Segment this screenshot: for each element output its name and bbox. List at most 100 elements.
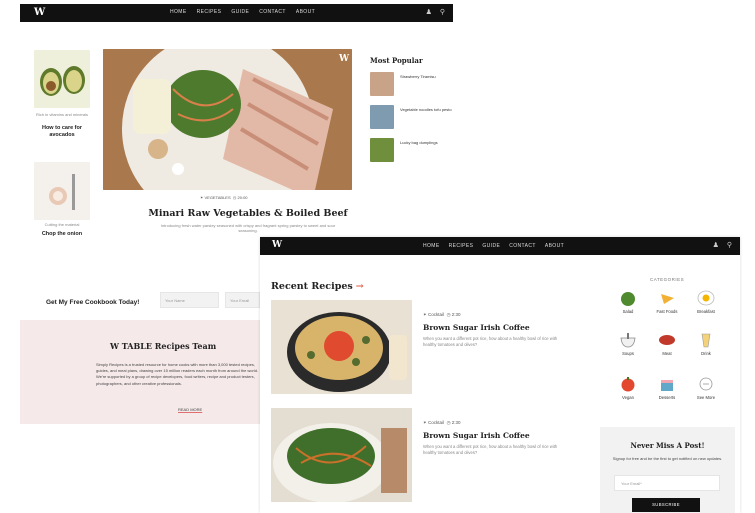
category-breakfast[interactable]: Breakfast: [686, 289, 726, 314]
more-icon: [696, 375, 716, 393]
user-icon[interactable]: ♟: [426, 8, 432, 16]
cookbook-name-input[interactable]: Your Name: [160, 292, 219, 308]
category-label: Meat: [662, 351, 672, 356]
subscribe-button[interactable]: SUBSCRIBE: [632, 498, 700, 512]
front-nav-links: HOME RECIPES GUIDE CONTACT ABOUT: [423, 243, 564, 249]
front-nav-icons: ♟ ⚲: [713, 241, 732, 249]
egg-icon: [696, 289, 716, 307]
search-icon[interactable]: ⚲: [727, 241, 732, 249]
clock-icon: ◷: [446, 312, 451, 317]
category-label: Soups: [622, 351, 634, 356]
card-subtitle: Rich in vitamins and minerals: [35, 112, 89, 117]
site-logo[interactable]: W: [272, 240, 282, 250]
category-fast-foods[interactable]: Fast Foods: [647, 289, 687, 314]
popular-thumb: [370, 105, 394, 129]
back-nav-icons: ♟ ⚲: [426, 8, 445, 16]
category-salad[interactable]: Salad: [608, 289, 648, 314]
arrow-right-icon[interactable]: →: [356, 281, 364, 292]
category-label: Breakfast: [697, 309, 715, 314]
drink-icon: [696, 331, 716, 349]
newsletter-description: Signup for free and be the first to get …: [612, 456, 723, 461]
recipe-category[interactable]: Cocktail: [428, 420, 444, 425]
recent-recipes-title: Recent Recipes: [271, 281, 353, 292]
recipe-description: When you want a different pot rice, how …: [423, 336, 558, 347]
popular-item-title[interactable]: Vegetable noodles tofu pesto: [400, 107, 452, 129]
most-popular-heading: Most Popular: [370, 56, 423, 65]
team-heading: W TABLE Recipes Team: [110, 341, 217, 351]
popular-item-title[interactable]: Lucky bag dumplings: [400, 140, 438, 162]
newsletter-email-input[interactable]: Your Email*: [614, 475, 720, 491]
nav-about[interactable]: ABOUT: [296, 9, 315, 15]
user-icon[interactable]: ♟: [713, 241, 719, 249]
nav-home[interactable]: HOME: [423, 243, 440, 249]
category-soups[interactable]: Soups: [608, 331, 648, 356]
onion-image[interactable]: [34, 162, 90, 220]
popular-item[interactable]: Strawberry Tiramisu: [370, 72, 436, 96]
featured-recipe-image[interactable]: W: [103, 49, 352, 190]
category-label: Drink: [701, 351, 711, 356]
category-label: Desserts: [658, 395, 676, 400]
category-meat[interactable]: Meat: [647, 331, 687, 356]
recent-recipes-heading: Recent Recipes →: [271, 281, 364, 292]
nav-guide[interactable]: GUIDE: [231, 9, 249, 15]
avocado-illustration: [40, 66, 85, 96]
category-label: Salad: [622, 309, 634, 314]
nav-about[interactable]: ABOUT: [545, 243, 564, 249]
recipe-title[interactable]: Brown Sugar Irish Coffee: [423, 323, 530, 332]
clock-icon: ◷: [446, 420, 451, 425]
nav-recipes[interactable]: RECIPES: [197, 9, 222, 15]
popular-item[interactable]: Vegetable noodles tofu pesto: [370, 105, 452, 129]
nav-recipes[interactable]: RECIPES: [449, 243, 474, 249]
featured-time: 20:00: [237, 195, 248, 200]
recipe-meta: ✶ Cocktail ◷ 2:30: [423, 312, 461, 318]
onion-illustration: [49, 174, 75, 210]
cake-icon: [657, 375, 677, 393]
fast-food-icon: [657, 289, 677, 307]
nav-contact[interactable]: CONTACT: [259, 9, 286, 15]
avocado-image[interactable]: [34, 50, 90, 108]
recipe-description: When you want a different pot rice, how …: [423, 444, 558, 455]
back-top-nav: W HOME RECIPES GUIDE CONTACT ABOUT ♟ ⚲: [20, 4, 453, 22]
cookbook-email-input[interactable]: Your Email: [225, 292, 260, 308]
recipe-image[interactable]: [271, 300, 412, 394]
clock-icon: ◷: [232, 195, 237, 200]
nav-contact[interactable]: CONTACT: [509, 243, 536, 249]
back-nav-links: HOME RECIPES GUIDE CONTACT ABOUT: [170, 9, 315, 15]
category-desserts[interactable]: Desserts: [647, 375, 687, 400]
site-logo[interactable]: W: [34, 7, 45, 18]
popular-item-title[interactable]: Strawberry Tiramisu: [400, 74, 436, 96]
front-page-window: W HOME RECIPES GUIDE CONTACT ABOUT ♟ ⚲ R…: [260, 237, 740, 513]
meat-icon: [657, 331, 677, 349]
card-title[interactable]: Chop the onion: [34, 231, 90, 238]
popular-thumb: [370, 138, 394, 162]
nav-home[interactable]: HOME: [170, 9, 187, 15]
card-title[interactable]: How to care for avocados: [34, 125, 90, 139]
category-label: See More: [696, 395, 716, 400]
salad-plate-illustration: [271, 408, 412, 502]
recipe-time: 2:30: [451, 420, 461, 425]
soup-icon: [618, 331, 638, 349]
read-more-link[interactable]: READ MORE: [178, 407, 202, 412]
category-drink[interactable]: Drink: [686, 331, 726, 356]
svg-text:W: W: [338, 54, 350, 64]
featured-category[interactable]: VEGETABLES: [204, 195, 230, 200]
newsletter-heading: Never Miss A Post!: [630, 441, 705, 450]
category-vegan[interactable]: Vegan: [608, 375, 648, 400]
salad-icon: [618, 289, 638, 307]
nav-guide[interactable]: GUIDE: [482, 243, 500, 249]
popular-item[interactable]: Lucky bag dumplings: [370, 138, 438, 162]
recipe-category[interactable]: Cocktail: [428, 312, 444, 317]
recipe-title[interactable]: Brown Sugar Irish Coffee: [423, 431, 530, 440]
screenshot-stage: W HOME RECIPES GUIDE CONTACT ABOUT ♟ ⚲ R…: [0, 0, 755, 513]
search-icon[interactable]: ⚲: [440, 8, 445, 16]
featured-title[interactable]: Minari Raw Vegetables & Boiled Beef: [123, 208, 373, 219]
tag-icon: ✶: [423, 312, 427, 317]
category-see-more[interactable]: See More: [686, 375, 726, 400]
category-label: Fast Foods: [656, 309, 678, 314]
card-subtitle: Cutting the material: [44, 222, 80, 227]
popular-thumb: [370, 72, 394, 96]
categories-heading: CATEGORIES: [650, 277, 685, 282]
recipe-meta: ✶ Cocktail ◷ 2:30: [423, 420, 461, 426]
rice-pot-illustration: [271, 300, 412, 394]
recipe-image[interactable]: [271, 408, 412, 502]
